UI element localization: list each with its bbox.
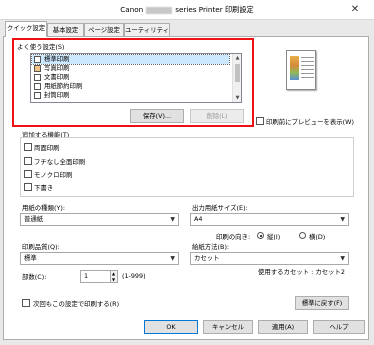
stepper-down-icon[interactable]: ▼ (112, 277, 115, 282)
copies-value: 1 (84, 272, 89, 280)
print-quality-select[interactable]: 標準 ▼ (20, 252, 179, 265)
grayscale-label: モノクロ印刷 (34, 171, 73, 179)
borderless-checkbox[interactable] (24, 157, 32, 165)
copies-range: (1-999) (122, 272, 146, 280)
grayscale-checkbox[interactable] (24, 170, 32, 178)
stepper-up-icon[interactable]: ▲ (112, 271, 115, 276)
copies-label: 部数(C): (22, 273, 47, 281)
preview-checkbox-label: 印刷前にプレビューを表示(W) (266, 118, 354, 126)
chevron-down-icon: ▼ (340, 216, 345, 223)
chevron-down-icon: ▼ (170, 216, 175, 223)
media-type-value: 普通紙 (24, 215, 44, 223)
tab-quick-setup[interactable]: クイック設定 (5, 21, 47, 37)
duplex-checkbox[interactable] (24, 143, 32, 151)
media-type-select[interactable]: 普通紙 ▼ (20, 213, 179, 226)
window-title: Canon series Printer 印刷設定 (0, 5, 374, 15)
preview-checkbox[interactable] (256, 117, 264, 125)
blurred-model-name (146, 6, 173, 14)
always-print-label: 次回もこの設定で印刷する(R) (33, 300, 120, 308)
highlight-box (12, 38, 254, 127)
title-suffix: series Printer 印刷設定 (175, 5, 254, 14)
preview-text-line (301, 65, 314, 66)
ok-button[interactable]: OK (144, 320, 198, 334)
tab-page-setup[interactable]: ページ設定 (84, 23, 124, 36)
defaults-button[interactable]: 標準に戻す(F) (295, 296, 349, 310)
apply-button[interactable]: 適用(A) (258, 320, 308, 334)
paper-size-label: 出力用紙サイズ(E): (192, 204, 248, 212)
tab-maintenance[interactable]: ユーティリティ (124, 23, 170, 36)
duplex-label: 両面印刷 (34, 144, 60, 152)
paper-size-value: A4 (194, 215, 203, 223)
portrait-label: 縦(I) (267, 233, 281, 241)
preview-image (290, 56, 299, 80)
preview-thumbnail (286, 50, 316, 90)
borderless-label: フチなし全面印刷 (34, 158, 86, 166)
draft-checkbox[interactable] (24, 183, 32, 191)
print-quality-value: 標準 (24, 254, 37, 262)
always-print-checkbox[interactable] (22, 299, 30, 307)
preview-text-line (301, 77, 314, 78)
draft-label: 下書き (34, 184, 54, 192)
cassette-note: 使用するカセット : カセット2 (258, 268, 345, 276)
copies-stepper[interactable]: ▲ ▼ (110, 270, 118, 283)
paper-source-select[interactable]: カセット ▼ (190, 252, 349, 265)
portrait-radio[interactable] (257, 232, 264, 239)
help-button[interactable]: ヘルプ (313, 320, 365, 334)
paper-source-label: 給紙方法(B): (192, 243, 230, 251)
preview-text-line (301, 57, 314, 58)
orientation-label: 印刷の向き: (216, 233, 251, 241)
preview-text-line (301, 69, 314, 70)
title-bar: Canon series Printer 印刷設定 ✕ (0, 0, 374, 20)
landscape-radio[interactable] (299, 232, 306, 239)
chevron-down-icon: ▼ (340, 255, 345, 262)
additional-features-group (20, 137, 354, 197)
landscape-label: 横(D) (309, 233, 326, 241)
tab-main[interactable]: 基本設定 (47, 23, 84, 36)
chevron-down-icon: ▼ (170, 255, 175, 262)
close-icon[interactable]: ✕ (348, 4, 362, 16)
preview-text-line (301, 61, 314, 62)
paper-source-value: カセット (194, 254, 220, 262)
media-type-label: 用紙の種類(Y): (22, 204, 65, 212)
cancel-button[interactable]: キャンセル (203, 320, 253, 334)
title-prefix: Canon (120, 5, 144, 14)
print-quality-label: 印刷品質(Q): (22, 243, 60, 251)
preview-text-line (301, 73, 314, 74)
paper-size-select[interactable]: A4 ▼ (190, 213, 349, 226)
